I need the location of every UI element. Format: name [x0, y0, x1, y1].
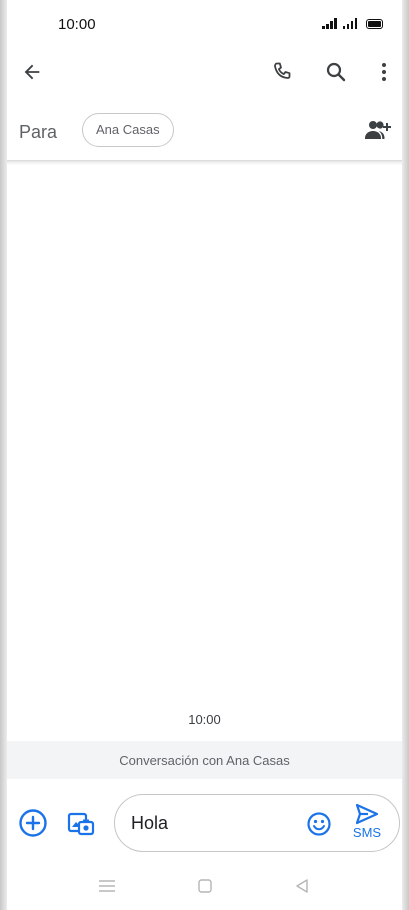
nav-recents-button[interactable]: [95, 874, 119, 898]
emoji-button[interactable]: [305, 810, 333, 838]
message-list[interactable]: [0, 162, 409, 740]
nav-home-button[interactable]: [193, 874, 217, 898]
gallery-button[interactable]: [64, 806, 98, 840]
to-label: Para: [19, 122, 58, 142]
message-input-box: SMS: [114, 794, 400, 852]
menu-icon: [99, 880, 115, 892]
more-options-button[interactable]: [364, 52, 404, 92]
add-circle-icon: [19, 809, 47, 837]
conversation-banner: Conversación con Ana Casas: [7, 741, 402, 779]
system-nav-bar: [0, 866, 409, 906]
search-button[interactable]: [316, 52, 356, 92]
more-vert-icon: [382, 63, 386, 81]
nav-back-button[interactable]: [290, 874, 314, 898]
compose-bar: SMS: [0, 790, 409, 856]
emoji-icon: [307, 812, 331, 836]
add-contact-button[interactable]: [365, 118, 393, 142]
message-timestamp: 10:00: [188, 712, 221, 727]
recipient-row: Para Ana Casas: [0, 100, 409, 161]
status-bar: 10:00: [0, 0, 409, 50]
device-frame-left: [0, 0, 7, 910]
recipient-chip[interactable]: Ana Casas: [82, 113, 174, 147]
device-frame-right: [402, 0, 409, 910]
attach-button[interactable]: [17, 807, 49, 839]
signal-icon: [322, 17, 337, 29]
send-icon: [355, 803, 379, 825]
person-add-icon: [365, 121, 391, 139]
home-square-icon: [198, 879, 212, 893]
gallery-icon: [67, 812, 95, 836]
status-time: 10:00: [58, 16, 96, 33]
status-icons: [322, 17, 383, 29]
call-button[interactable]: [262, 52, 302, 92]
signal-icon: [342, 17, 357, 29]
phone-icon: [274, 62, 291, 79]
send-sms-button[interactable]: SMS: [349, 803, 385, 845]
back-triangle-icon: [296, 879, 308, 893]
message-input[interactable]: [131, 795, 291, 851]
arrow-back-icon: [24, 64, 40, 80]
battery-icon: [366, 19, 383, 29]
search-icon: [326, 62, 346, 82]
back-button[interactable]: [12, 52, 52, 92]
sms-label: SMS: [352, 825, 382, 840]
app-bar: [0, 50, 409, 96]
